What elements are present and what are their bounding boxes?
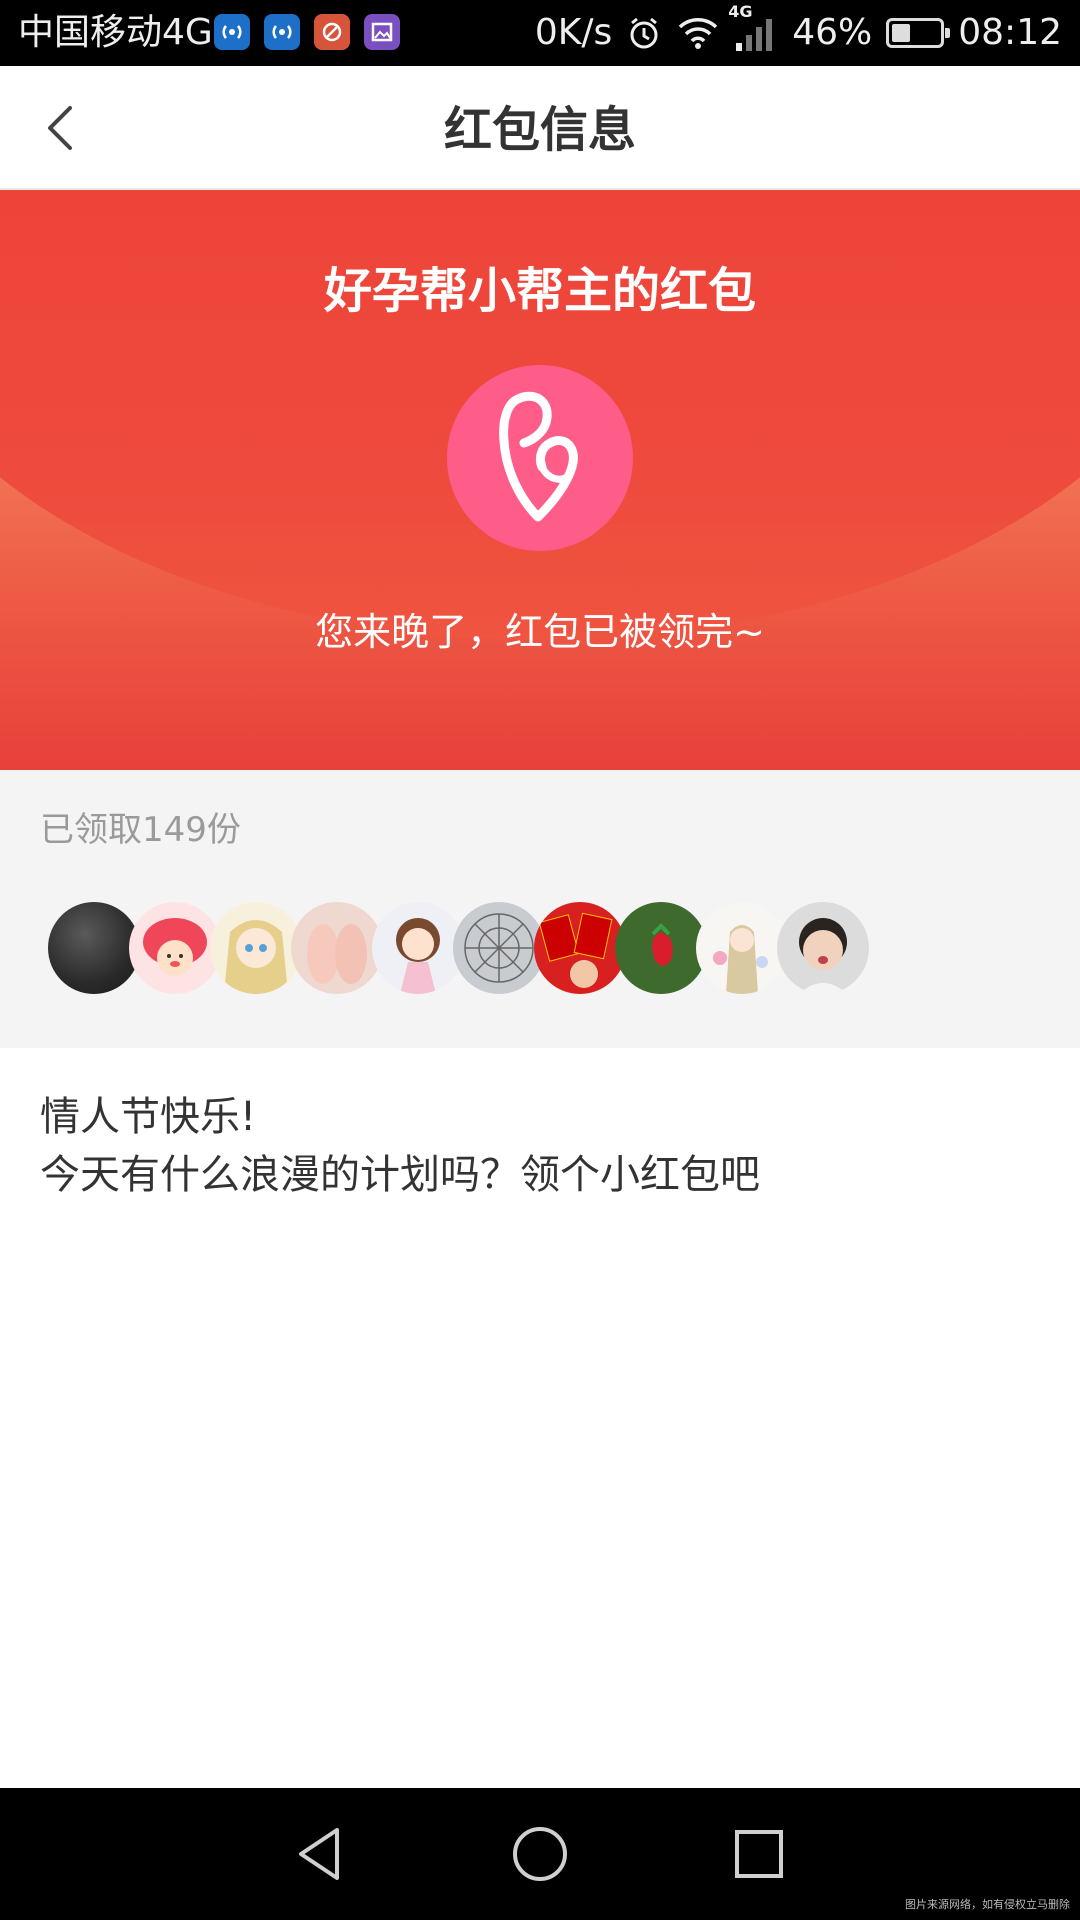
gallery-icon — [364, 14, 400, 50]
status-right: 0K/s 4G 46% 08:12 — [534, 3, 1062, 54]
wifi-hotspot-icon — [214, 14, 250, 50]
avatar-dark-leather[interactable] — [48, 902, 140, 994]
cell-signal-icon: 4G — [728, 3, 778, 53]
avatar-baby-feet[interactable] — [291, 902, 383, 994]
wifi-hotspot-icon — [264, 14, 300, 50]
circle-home-icon — [513, 1827, 567, 1881]
claimed-section: 已领取149份 — [0, 770, 1080, 1048]
packet-message: 情人节快乐! 今天有什么浪漫的计划吗？领个小红包吧 — [40, 1088, 760, 1204]
sender-logo — [447, 365, 633, 551]
status-bar: 中国移动4G 0K/s 4G 46% 08:12 — [0, 0, 1080, 66]
avatar-flower-girl[interactable] — [696, 902, 788, 994]
nav-back-button[interactable] — [285, 1818, 357, 1890]
avatar-anime-girl[interactable] — [210, 902, 302, 994]
tool-icon — [314, 14, 350, 50]
avatar-red-mushroom[interactable] — [129, 902, 221, 994]
battery-percent: 46% — [792, 12, 873, 53]
wifi-icon — [679, 18, 718, 49]
avatar-umbrella[interactable] — [453, 902, 545, 994]
avatar-doll-girl[interactable] — [372, 902, 464, 994]
pregnancy-logo-icon — [499, 391, 578, 522]
message-line-1: 情人节快乐! — [40, 1094, 257, 1140]
watermark: 图片来源网络，如有侵权立马删除 — [905, 1898, 1070, 1911]
page-title: 红包信息 — [443, 102, 636, 158]
claimed-count: 已领取149份 — [40, 810, 241, 850]
packet-status: 您来晚了，红包已被领完~ — [315, 610, 765, 654]
packet-title: 好孕帮小帮主的红包 — [323, 263, 756, 319]
app-header: 红包信息 — [0, 66, 1080, 190]
avatar-row — [48, 902, 869, 994]
message-line-2: 今天有什么浪漫的计划吗？领个小红包吧 — [40, 1152, 760, 1198]
red-packet-banner: 好孕帮小帮主的红包 您来晚了，红包已被领完~ — [0, 190, 1080, 770]
alarm-icon — [630, 17, 658, 49]
avatar-child[interactable] — [777, 902, 869, 994]
clock: 08:12 — [958, 12, 1062, 53]
battery-fill — [892, 24, 911, 42]
avatar-red-envelopes[interactable] — [534, 902, 626, 994]
avatar-strawberry[interactable] — [615, 902, 707, 994]
notification-icons — [214, 14, 400, 50]
battery-icon — [886, 18, 951, 48]
carrier-label: 中国移动4G — [18, 12, 213, 53]
nav-recents-button[interactable] — [723, 1818, 795, 1890]
system-nav-bar: 图片来源网络，如有侵权立马删除 — [0, 1788, 1080, 1920]
nav-home-button[interactable] — [504, 1818, 576, 1890]
net-speed: 0K/s — [534, 12, 613, 53]
square-recents-icon — [735, 1830, 783, 1878]
triangle-back-icon — [299, 1828, 339, 1880]
